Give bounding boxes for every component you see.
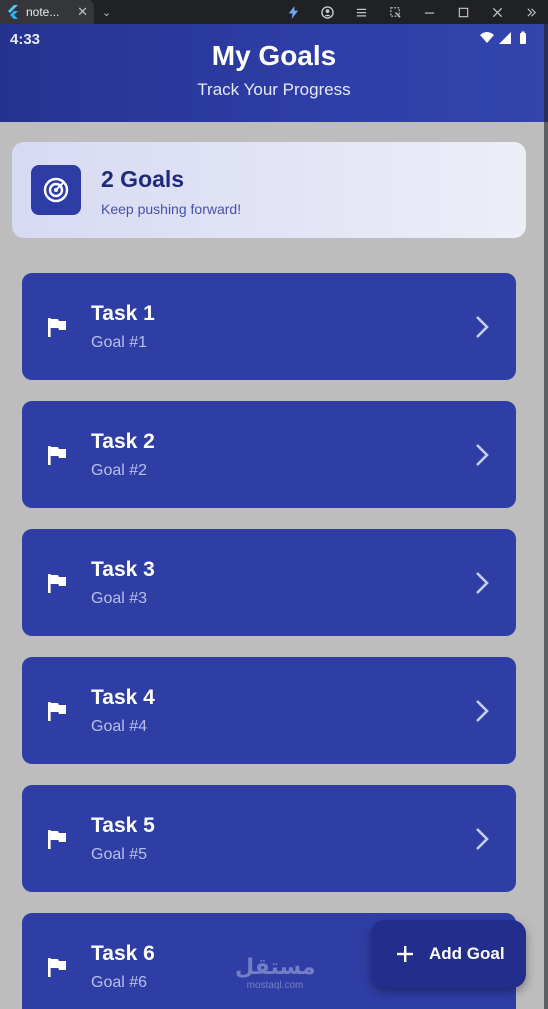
- plus-icon: [397, 946, 413, 962]
- goal-title: Task 5: [91, 814, 155, 837]
- inspect-icon[interactable]: [378, 0, 412, 24]
- add-goal-button[interactable]: Add Goal: [371, 920, 526, 988]
- target-icon: [43, 177, 69, 203]
- goal-subtitle: Goal #2: [91, 462, 148, 479]
- tab-title: note...: [26, 5, 60, 19]
- page-title: My Goals: [211, 40, 337, 71]
- goal-card[interactable]: Task 5 Goal #5: [22, 785, 516, 892]
- maximize-icon[interactable]: [446, 0, 480, 24]
- collapse-panel-icon[interactable]: [514, 0, 548, 24]
- lightning-icon[interactable]: [276, 0, 310, 24]
- app-header: 4:33 My Goals Track Your Progress: [0, 24, 548, 122]
- goal-card[interactable]: Task 4 Goal #4: [22, 657, 516, 764]
- window-edge: [544, 24, 548, 1009]
- add-goal-label: Add Goal: [429, 944, 505, 963]
- watermark-url: mostaql.com: [246, 980, 304, 991]
- goal-subtitle: Goal #1: [91, 334, 148, 351]
- tab-close-icon[interactable]: ✕: [77, 4, 88, 20]
- menu-icon[interactable]: [344, 0, 378, 24]
- goal-subtitle: Goal #4: [91, 718, 148, 735]
- flag-icon: [48, 318, 66, 337]
- goal-subtitle: Goal #5: [91, 846, 148, 863]
- flag-icon: [48, 702, 66, 721]
- chevron-right-icon[interactable]: [470, 697, 494, 725]
- flag-icon: [48, 446, 66, 465]
- minimize-icon[interactable]: [412, 0, 446, 24]
- goal-title: Task 1: [91, 302, 155, 325]
- flag-icon: [48, 830, 66, 849]
- goal-title: Task 2: [91, 430, 155, 453]
- window-toolbar: [276, 0, 548, 24]
- chevron-right-icon[interactable]: [470, 313, 494, 341]
- chevron-right-icon[interactable]: [470, 825, 494, 853]
- flutter-logo-icon: [8, 5, 18, 19]
- flag-icon: [48, 574, 66, 593]
- watermark-arabic: مستقل: [235, 955, 316, 980]
- goals-count: 2 Goals: [101, 166, 185, 192]
- goal-card[interactable]: Task 3 Goal #3: [22, 529, 516, 636]
- chevron-right-icon[interactable]: [470, 441, 494, 469]
- goal-title: Task 3: [91, 558, 155, 581]
- watermark-logo: مستقل mostaql.com: [235, 955, 316, 992]
- goal-card[interactable]: Task 2 Goal #2: [22, 401, 516, 508]
- summary-card: 2 Goals Keep pushing forward!: [12, 142, 526, 238]
- goal-card[interactable]: Task 1 Goal #1: [22, 273, 516, 380]
- goal-title: Task 4: [91, 686, 155, 709]
- summary-icon-tile: [31, 165, 81, 215]
- account-icon[interactable]: [310, 0, 344, 24]
- window-titlebar: note... ✕ ⌄: [0, 0, 548, 24]
- browser-tab[interactable]: note... ✕: [0, 0, 94, 24]
- goal-subtitle: Goal #3: [91, 590, 148, 607]
- flag-icon: [48, 958, 66, 977]
- close-window-icon[interactable]: [480, 0, 514, 24]
- tab-list-chevron-icon[interactable]: ⌄: [102, 6, 111, 19]
- goal-title: Task 6: [91, 942, 155, 965]
- chevron-right-icon[interactable]: [470, 569, 494, 597]
- page-subtitle: Track Your Progress: [197, 80, 351, 99]
- goal-subtitle: Goal #6: [91, 974, 148, 991]
- summary-message: Keep pushing forward!: [101, 201, 242, 217]
